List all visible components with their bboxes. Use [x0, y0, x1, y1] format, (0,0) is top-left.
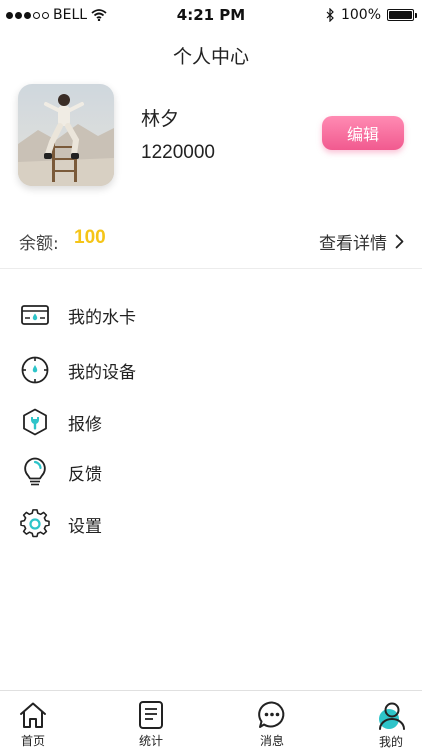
- menu-item-label: 我的设备: [68, 362, 136, 383]
- message-icon: [256, 699, 288, 730]
- user-icon: [375, 699, 407, 731]
- menu-item-label: 我的水卡: [68, 307, 136, 328]
- menu-item-water-card[interactable]: 我的水卡: [0, 292, 422, 338]
- document-icon: [135, 699, 167, 730]
- status-bar-right: 100%: [326, 7, 417, 23]
- tab-mine[interactable]: 我的: [361, 699, 421, 749]
- divider: [0, 268, 422, 269]
- menu-item-label: 设置: [68, 516, 102, 537]
- status-bar: BELL 4:21 PM 100%: [0, 0, 422, 30]
- tab-label: 首页: [20, 734, 45, 748]
- water-card-icon: [20, 300, 50, 330]
- edit-button[interactable]: 编辑: [322, 116, 404, 150]
- repair-icon: [20, 407, 50, 437]
- tab-messages[interactable]: 消息: [242, 699, 302, 749]
- feedback-bulb-icon: [20, 457, 50, 487]
- balance-row: 余额: 100 查看详情: [0, 222, 422, 258]
- tab-home[interactable]: 首页: [3, 699, 63, 749]
- tab-statistics[interactable]: 统计: [121, 699, 181, 749]
- menu-item-feedback[interactable]: 反馈: [0, 449, 422, 495]
- battery-percentage: 100%: [340, 7, 381, 23]
- view-details-link[interactable]: 查看详情: [319, 229, 404, 254]
- user-name: 林夕: [141, 108, 180, 130]
- page-title: 个人中心: [172, 46, 249, 68]
- menu-item-label: 报修: [68, 414, 102, 435]
- bluetooth-icon: [326, 8, 334, 22]
- balance-value: 100: [74, 227, 106, 248]
- user-id: 1220000: [141, 142, 215, 163]
- tab-label: 统计: [138, 734, 163, 748]
- gear-icon: [20, 509, 50, 539]
- menu-item-label: 反馈: [68, 464, 102, 485]
- home-icon: [17, 699, 49, 730]
- menu-item-settings[interactable]: 设置: [0, 501, 422, 547]
- menu-item-my-devices[interactable]: 我的设备: [0, 347, 422, 393]
- battery-icon: [387, 9, 417, 21]
- tab-bar: 首页 统计 消息 我的: [0, 690, 422, 750]
- device-icon: [20, 355, 50, 385]
- avatar[interactable]: [18, 84, 114, 186]
- menu-item-repair[interactable]: 报修: [0, 399, 422, 445]
- view-details-label: 查看详情: [319, 234, 387, 254]
- chevron-right-icon: [395, 234, 404, 249]
- balance-label: 余额:: [19, 234, 59, 254]
- tab-label: 消息: [259, 734, 284, 748]
- tab-label: 我的: [378, 735, 403, 749]
